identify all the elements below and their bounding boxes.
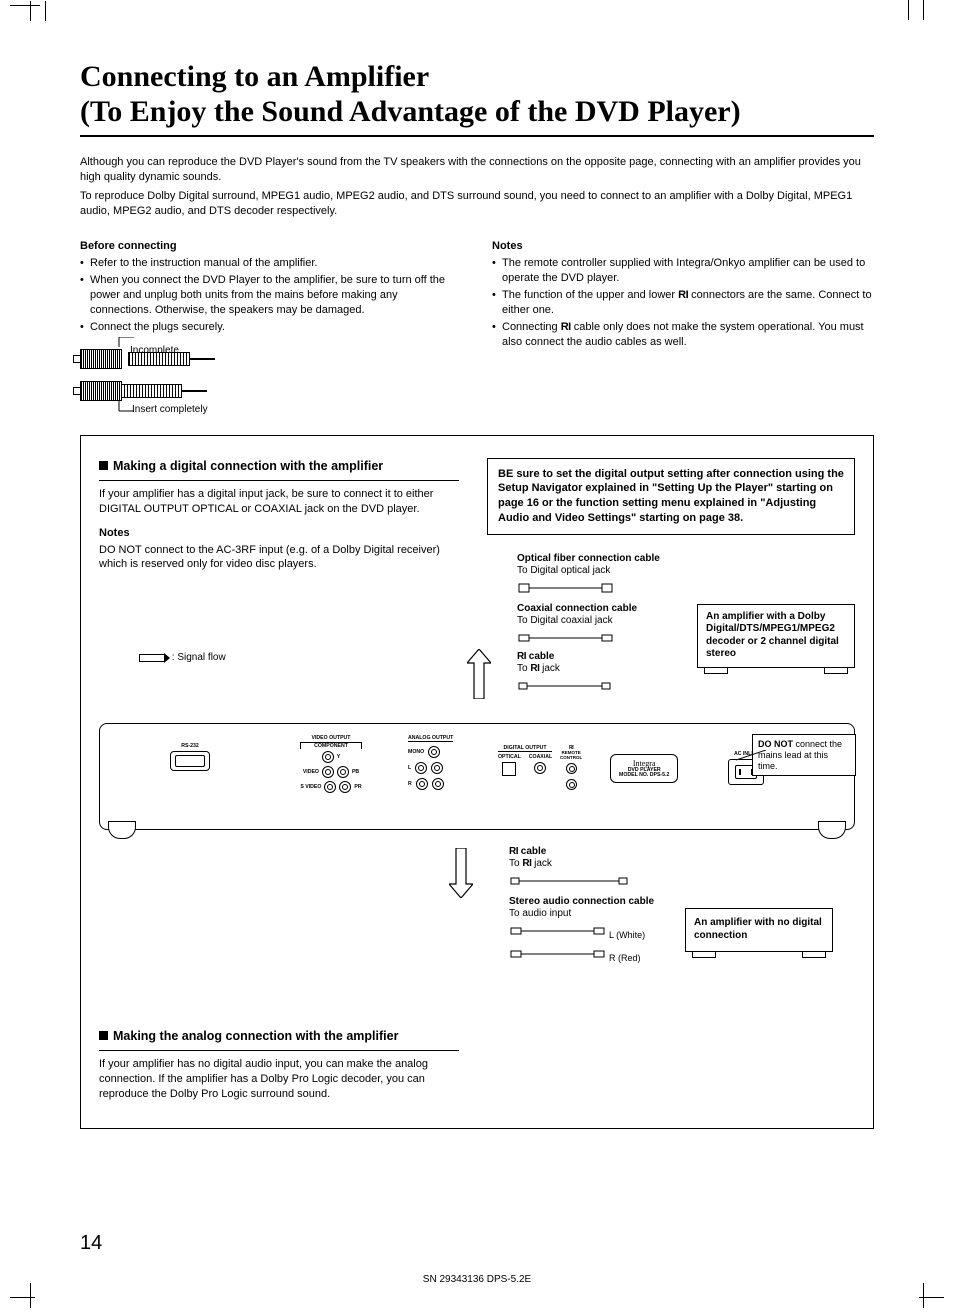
optical-cable-label: Optical fiber connection cable To Digita…: [517, 553, 687, 578]
ri-cable-label-2: RI cable To RI jack: [509, 846, 679, 871]
ri-plug-icon: [517, 680, 647, 692]
section-rule: [99, 480, 459, 481]
ri-jack-upper: [566, 763, 577, 774]
ri-icon: RI: [678, 289, 688, 301]
leader-line-icon: [114, 337, 154, 347]
panel-foot-icon: [108, 821, 136, 839]
coax-plug-icon: [517, 632, 647, 644]
main-diagram-box: Making a digital connection with the amp…: [80, 435, 874, 1129]
component-pb-jack: [337, 766, 349, 778]
ri-icon: RI: [517, 651, 526, 662]
crop-mark-tl: [10, 5, 40, 36]
plug-icon: [128, 352, 190, 366]
bc-item-1: Refer to the instruction manual of the a…: [80, 256, 462, 271]
digital-section-title: Making a digital connection with the amp…: [99, 458, 459, 474]
up-arrow-icon: [467, 649, 491, 699]
amp-legs-icon: [698, 668, 854, 674]
analog-output-section: ANALOG OUTPUT MONO L R: [408, 736, 453, 790]
cable-icon: [190, 358, 215, 360]
mono-jack: [428, 746, 440, 758]
analog-section-title: Making the analog connection with the am…: [99, 1028, 459, 1044]
notes-list: The remote controller supplied with Inte…: [492, 256, 874, 349]
panel-foot-icon: [818, 821, 846, 839]
analog-l-jack: [415, 762, 427, 774]
digital-notes-body: DO NOT connect to the AC-3RF input (e.g.…: [99, 543, 459, 573]
plug-diagram: Incomplete Insert completely: [80, 349, 300, 401]
ri-remote-section: RI REMOTECONTROL: [560, 746, 582, 790]
analog-section-body: If your amplifier has no digital audio i…: [99, 1057, 459, 1102]
note-item-2: The function of the upper and lower RI c…: [492, 288, 874, 318]
bc-item-3: Connect the plugs securely.: [80, 320, 462, 335]
stereo-cable-label: Stereo audio connection cable To audio i…: [509, 896, 679, 921]
video-jack: [322, 766, 334, 778]
mains-warning-box: DO NOT connect the mains lead at this ti…: [752, 734, 856, 776]
notes-heading: Notes: [492, 240, 874, 252]
brand-plate: Integra DVD PLAYER MODEL NO. DPS-5.2: [610, 754, 678, 783]
ri-plug-icon: [509, 875, 659, 887]
amp-legs-icon: [686, 952, 832, 958]
rs232-port: RS-232: [170, 744, 210, 771]
intro-p1: Although you can reproduce the DVD Playe…: [80, 155, 874, 185]
digital-notes-heading: Notes: [99, 527, 459, 539]
note-item-3: Connecting RI cable only does not make t…: [492, 320, 874, 350]
analog-r-jack2: [432, 778, 444, 790]
signal-arrow-icon: [139, 654, 165, 662]
device-rear-panel: RS-232 VIDEO OUTPUT COMPONENT Y VIDEOPB …: [99, 723, 855, 830]
ri-icon: RI: [522, 858, 531, 869]
svideo-jack: [324, 781, 336, 793]
analog-r-jack: [416, 778, 428, 790]
cable-icon: [182, 390, 207, 392]
jack-icon: [80, 349, 122, 369]
signal-flow-legend: : Signal flow: [139, 652, 459, 663]
before-connecting-heading: Before connecting: [80, 240, 462, 252]
note-item-1: The remote controller supplied with Inte…: [492, 256, 874, 286]
plug-complete-label: Insert completely: [132, 404, 208, 415]
ri-icon: RI: [561, 321, 571, 333]
title-line-1: Connecting to an Amplifier: [80, 60, 429, 93]
component-y-jack: [322, 751, 334, 763]
plug-icon: [120, 384, 182, 398]
page-number: 14: [80, 1232, 102, 1255]
crop-mark-tr: [914, 5, 944, 35]
jack-icon: [80, 381, 122, 401]
page-title: Connecting to an Amplifier (To Enjoy the…: [80, 60, 874, 129]
bc-item-2: When you connect the DVD Player to the a…: [80, 273, 462, 318]
analog-l-jack2: [431, 762, 443, 774]
ri-icon: RI: [509, 846, 518, 857]
digital-output-section: DIGITAL OUTPUT OPTICAL COAXIAL: [498, 746, 552, 777]
digital-section-body: If your amplifier has a digital input ja…: [99, 487, 459, 517]
before-connecting-list: Refer to the instruction manual of the a…: [80, 256, 462, 334]
video-output-section: VIDEO OUTPUT COMPONENT Y VIDEOPB S VIDEO…: [300, 736, 362, 793]
title-rule: [80, 135, 874, 137]
down-arrow-icon: [449, 848, 473, 898]
ri-cable-label: RI cable To RI jack: [517, 651, 687, 676]
ri-jack-lower: [566, 779, 577, 790]
optical-plug-icon: [517, 582, 647, 594]
digital-amp-box: An amplifier with a Dolby Digital/DTS/MP…: [697, 604, 855, 668]
setup-note-box: BE sure to set the digital output settin…: [487, 458, 855, 535]
optical-jack: [502, 762, 516, 776]
ri-icon: RI: [530, 663, 539, 674]
intro-p2: To reproduce Dolby Digital surround, MPE…: [80, 189, 874, 219]
section-rule: [99, 1050, 459, 1051]
leader-line-icon: [736, 750, 766, 764]
analog-amp-box: An amplifier with no digital connection: [685, 908, 833, 952]
component-pr-jack: [339, 781, 351, 793]
doc-id: SN 29343136 DPS-5.2E: [0, 1274, 954, 1285]
coax-cable-label: Coaxial connection cable To Digital coax…: [517, 603, 687, 628]
coaxial-jack: [534, 762, 546, 774]
title-line-2: (To Enjoy the Sound Advantage of the DVD…: [80, 95, 741, 128]
